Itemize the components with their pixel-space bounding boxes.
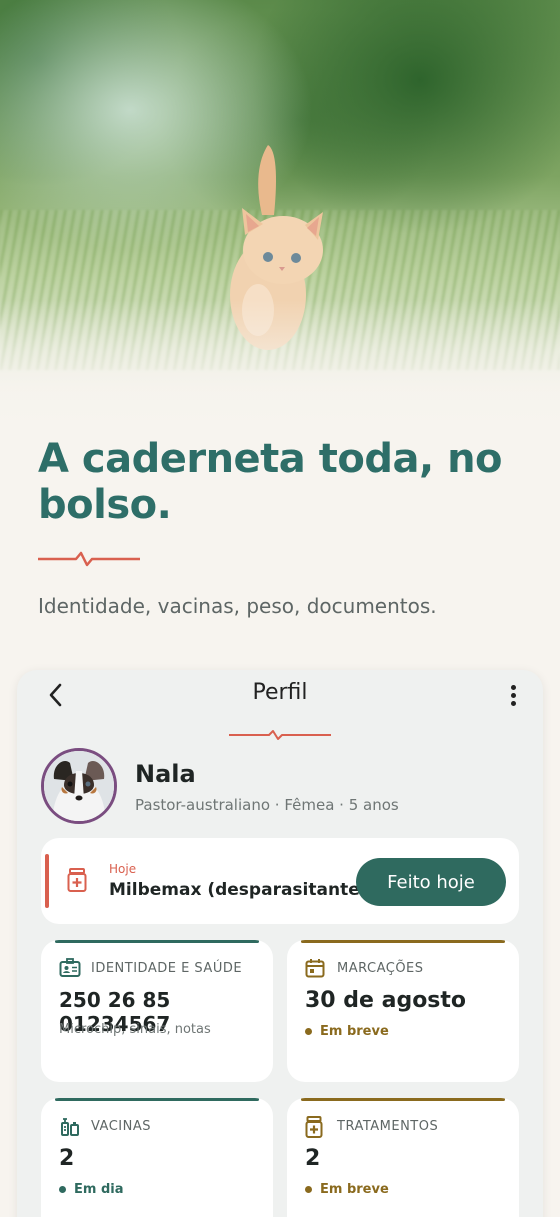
more-vertical-icon	[510, 684, 516, 690]
pet-meta: Pastor-australiano · Fêmea · 5 anos	[135, 796, 399, 814]
status-dot	[305, 1028, 312, 1035]
heartbeat-divider-icon	[229, 730, 331, 740]
identity-health-card[interactable]: IDENTIDADE E SAÚDE 250 26 85 01234567 Mi…	[41, 940, 273, 1082]
avatar[interactable]	[41, 748, 117, 824]
id-card-icon	[59, 958, 81, 977]
dog-avatar-icon	[44, 751, 114, 821]
card-accent-line	[301, 940, 505, 943]
status-badge: Em breve	[305, 1024, 389, 1039]
profile-preview: Perfil Nala Pastor-australiano · Fêmea ·…	[17, 670, 543, 1217]
hero-headline: A caderneta toda, no bolso.	[38, 436, 503, 528]
treatments-card[interactable]: TRATAMENTOS 2 Em breve	[287, 1098, 519, 1217]
pet-name: Nala	[135, 760, 196, 788]
hero-photo	[0, 0, 560, 440]
page-title: Perfil	[252, 680, 308, 705]
heartbeat-divider-icon	[38, 551, 140, 567]
syringe-icon	[61, 1118, 79, 1136]
card-subtitle: Microchip, sinais, notas	[59, 1022, 211, 1037]
vaccine-count: 2	[59, 1146, 75, 1171]
status-text: Em breve	[320, 1024, 389, 1039]
reminder-accent-bar	[45, 854, 49, 908]
today-label: Hoje	[109, 862, 137, 876]
status-dot	[59, 1186, 66, 1193]
appointment-date: 30 de agosto	[305, 988, 467, 1013]
status-badge: Em dia	[59, 1182, 124, 1197]
status-dot	[305, 1186, 312, 1193]
more-options-button[interactable]	[501, 680, 525, 710]
card-label: MARCAÇÕES	[337, 961, 424, 976]
medicine-icon	[67, 868, 87, 892]
status-text: Em breve	[320, 1182, 389, 1197]
status-text: Em dia	[74, 1182, 124, 1197]
hero-subline: Identidade, vacinas, peso, documentos.	[38, 594, 437, 618]
card-label: VACINAS	[91, 1119, 152, 1134]
card-label: TRATAMENTOS	[337, 1119, 439, 1134]
card-accent-line	[301, 1098, 505, 1101]
hero-fade	[0, 300, 560, 440]
card-accent-line	[55, 1098, 259, 1101]
today-task: Milbemax (desparasitante)	[109, 880, 368, 900]
card-accent-line	[55, 940, 259, 943]
medicine-icon	[305, 1116, 323, 1138]
appointments-card[interactable]: MARCAÇÕES 30 de agosto Em breve	[287, 940, 519, 1082]
calendar-icon	[305, 959, 325, 978]
treatment-count: 2	[305, 1146, 321, 1171]
done-today-button[interactable]: Feito hoje	[356, 858, 506, 906]
status-badge: Em breve	[305, 1182, 389, 1197]
card-label: IDENTIDADE E SAÚDE	[91, 961, 243, 976]
today-reminder-card: Hoje Milbemax (desparasitante) Feito hoj…	[41, 838, 519, 924]
vaccines-card[interactable]: VACINAS 2 Em dia	[41, 1098, 273, 1217]
